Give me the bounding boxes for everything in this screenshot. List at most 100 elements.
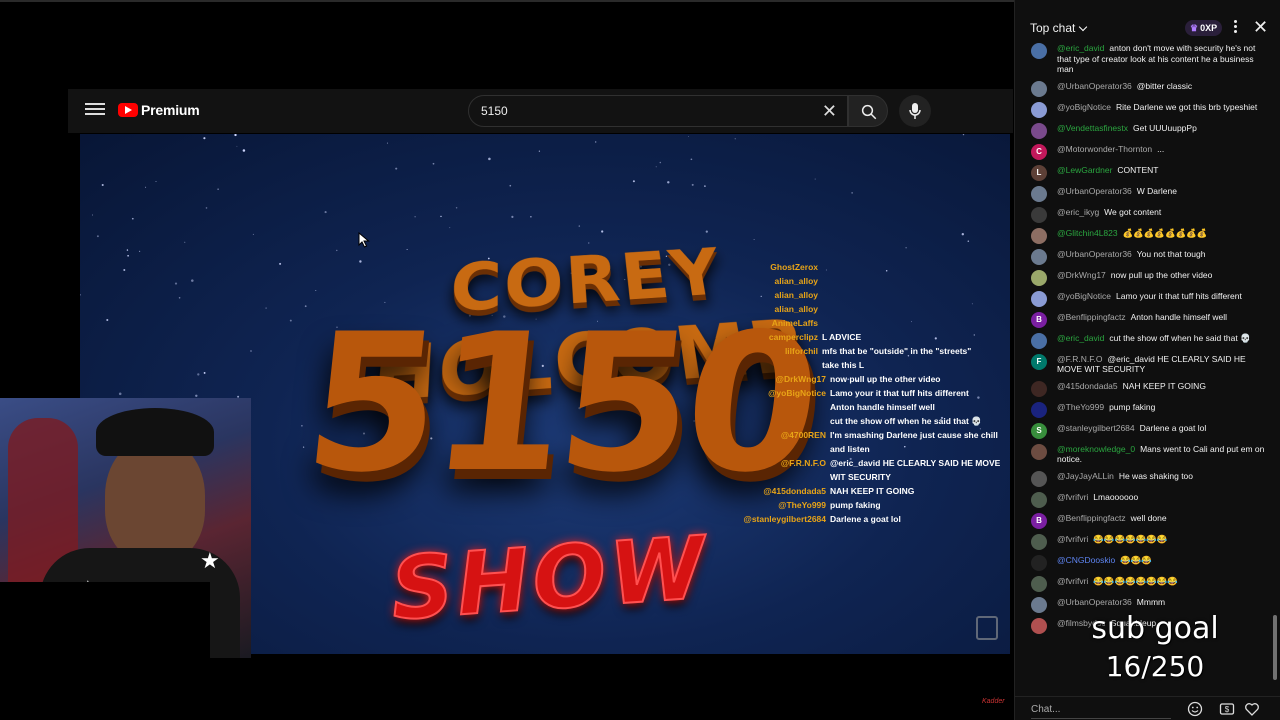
chat-author[interactable]: @Glitchin4L823 [1057, 228, 1118, 238]
chat-message-list[interactable]: @eric_david anton don't move with securit… [1015, 40, 1273, 690]
chat-author[interactable]: @fvrifvri [1057, 576, 1088, 586]
chat-author[interactable]: @fvrifvri [1057, 492, 1088, 502]
avatar[interactable] [1031, 185, 1047, 202]
avatar[interactable] [1031, 206, 1047, 223]
star-dot [80, 293, 81, 296]
avatar[interactable] [1031, 122, 1047, 139]
star-dot [265, 307, 267, 309]
avatar[interactable] [1031, 80, 1047, 97]
chat-message[interactable]: @eric_ikyg We got content [1015, 204, 1273, 225]
chat-author[interactable]: @yoBigNotice [1057, 291, 1111, 301]
chat-message[interactable]: @moreknowledge_0 Mans went to Cali and pu… [1015, 441, 1273, 468]
avatar[interactable] [1031, 575, 1047, 592]
avatar[interactable] [1031, 380, 1047, 397]
avatar[interactable] [1031, 401, 1047, 418]
avatar[interactable] [1031, 617, 1047, 634]
chat-author[interactable]: @Motorwonder-Thornton [1057, 144, 1152, 154]
chat-message[interactable]: S @stanleygilbert2684 Darlene a goat lol [1015, 420, 1273, 441]
youtube-premium-logo[interactable]: Premium [118, 99, 200, 121]
avatar[interactable] [1031, 101, 1047, 118]
voice-search-button[interactable] [899, 95, 931, 127]
chat-message[interactable]: @Vendettasfinestx Get UUUuuppPp [1015, 120, 1273, 141]
chat-message[interactable]: @fvrifvri 😂😂😂😂😂😂😂 [1015, 531, 1273, 552]
chat-message[interactable]: B @Benflippingfactz well done [1015, 510, 1273, 531]
chat-message[interactable]: @UrbanOperator36 @bitter classic [1015, 78, 1273, 99]
chat-author[interactable]: @yoBigNotice [1057, 102, 1111, 112]
chat-author[interactable]: @eric_david [1057, 43, 1104, 53]
xp-badge[interactable]: ♛ 0XP [1185, 20, 1223, 36]
chat-author[interactable]: @Vendettasfinestx [1057, 123, 1128, 133]
chat-message[interactable]: C @Motorwonder-Thornton... [1015, 141, 1273, 162]
hamburger-menu-icon[interactable] [85, 100, 105, 120]
search-button[interactable] [848, 95, 888, 127]
avatar[interactable] [1031, 596, 1047, 613]
avatar[interactable]: F [1031, 353, 1047, 370]
heart-icon[interactable] [1244, 701, 1260, 717]
avatar[interactable]: B [1031, 512, 1047, 529]
avatar[interactable]: B [1031, 311, 1047, 328]
chat-message[interactable]: L @LewGardner CONTENT [1015, 162, 1273, 183]
avatar[interactable] [1031, 227, 1047, 244]
chat-message[interactable]: @CNGDooskio 😂😂😂 [1015, 552, 1273, 573]
avatar[interactable] [1031, 443, 1047, 460]
chat-author[interactable]: @LewGardner [1057, 165, 1112, 175]
super-chat-icon[interactable]: $ [1219, 701, 1235, 717]
chat-input[interactable] [1031, 701, 1171, 719]
avatar[interactable] [1031, 491, 1047, 508]
avatar[interactable] [1031, 269, 1047, 286]
overlay-chat-user: camperclipz [768, 332, 818, 342]
chat-author[interactable]: @fvrifvri [1057, 534, 1088, 544]
avatar[interactable]: C [1031, 143, 1047, 160]
chat-message[interactable]: @fvrifvri 😂😂😂😂😂😂😂😂 [1015, 573, 1273, 594]
chat-message[interactable]: B @Benflippingfactz Anton handle himself w… [1015, 309, 1273, 330]
chat-message[interactable]: @JayJayALLin He was shaking too [1015, 468, 1273, 489]
avatar[interactable]: L [1031, 164, 1047, 181]
chat-author[interactable]: @eric_david [1057, 333, 1104, 343]
chat-message[interactable]: @415dondada5 NAH KEEP IT GOING [1015, 378, 1273, 399]
chat-author[interactable]: @Benflippingfactz [1057, 513, 1126, 523]
chat-message[interactable]: @DrkWng17 now pull up the other video [1015, 267, 1273, 288]
avatar[interactable] [1031, 290, 1047, 307]
chat-author[interactable]: @UrbanOperator36 [1057, 186, 1132, 196]
avatar[interactable] [1031, 554, 1047, 571]
chat-message[interactable]: @TheYo999 pump faking [1015, 399, 1273, 420]
chat-scrollbar[interactable] [1273, 615, 1277, 680]
close-icon[interactable]: ✕ [1253, 17, 1268, 37]
chat-message[interactable]: @fvrifvri Lmaoooooo [1015, 489, 1273, 510]
avatar[interactable] [1031, 533, 1047, 550]
avatar[interactable] [1031, 43, 1047, 59]
avatar[interactable] [1031, 332, 1047, 349]
more-options-icon[interactable] [1230, 18, 1240, 38]
chat-mode-dropdown[interactable]: Top chat [1030, 21, 1088, 35]
chat-author[interactable]: @eric_ikyg [1057, 207, 1099, 217]
clear-search-icon[interactable]: ✕ [822, 101, 837, 121]
overlay-chat-user: @4700REN [780, 430, 826, 440]
chat-message[interactable]: @eric_david anton don't move with securit… [1015, 40, 1273, 78]
youtube-search-input[interactable]: 5150 ✕ [468, 95, 848, 127]
chat-author[interactable]: @moreknowledge_0 [1057, 444, 1135, 454]
chat-author[interactable]: @F.R.N.F.O [1057, 354, 1102, 364]
chat-message[interactable]: F @F.R.N.F.O @eric_david HE CLEARLY SAID H… [1015, 351, 1273, 378]
chat-author[interactable]: @TheYo999 [1057, 402, 1104, 412]
overlay-chat-text: Darlene a goat lol [830, 514, 901, 524]
chat-message[interactable]: @UrbanOperator36 You not that tough [1015, 246, 1273, 267]
star-dot [632, 180, 635, 183]
avatar[interactable]: S [1031, 422, 1047, 439]
avatar[interactable] [1031, 470, 1047, 487]
chat-message[interactable]: @yoBigNotice Rite Darlene we got this brb… [1015, 99, 1273, 120]
chat-author[interactable]: @stanleygilbert2684 [1057, 423, 1135, 433]
chat-message[interactable]: @eric_david cut the show off when he said… [1015, 330, 1273, 351]
chat-author[interactable]: @CNGDooskio [1057, 555, 1115, 565]
chat-message[interactable]: @Glitchin4L823 💰💰💰💰💰💰💰💰 [1015, 225, 1273, 246]
chat-author[interactable]: @DrkWng17 [1057, 270, 1106, 280]
avatar[interactable] [1031, 248, 1047, 265]
chat-author[interactable]: @415dondada5 [1057, 381, 1118, 391]
chat-message[interactable]: @yoBigNotice Lamo your it that tuff hits … [1015, 288, 1273, 309]
chat-author[interactable]: @UrbanOperator36 [1057, 249, 1132, 259]
chat-author[interactable]: @UrbanOperator36 [1057, 81, 1132, 91]
chat-author[interactable]: @UrbanOperator36 [1057, 597, 1132, 607]
chat-author[interactable]: @JayJayALLin [1057, 471, 1114, 481]
chat-message[interactable]: @UrbanOperator36 W Darlene [1015, 183, 1273, 204]
chat-author[interactable]: @Benflippingfactz [1057, 312, 1126, 322]
emoji-icon[interactable] [1187, 701, 1203, 717]
